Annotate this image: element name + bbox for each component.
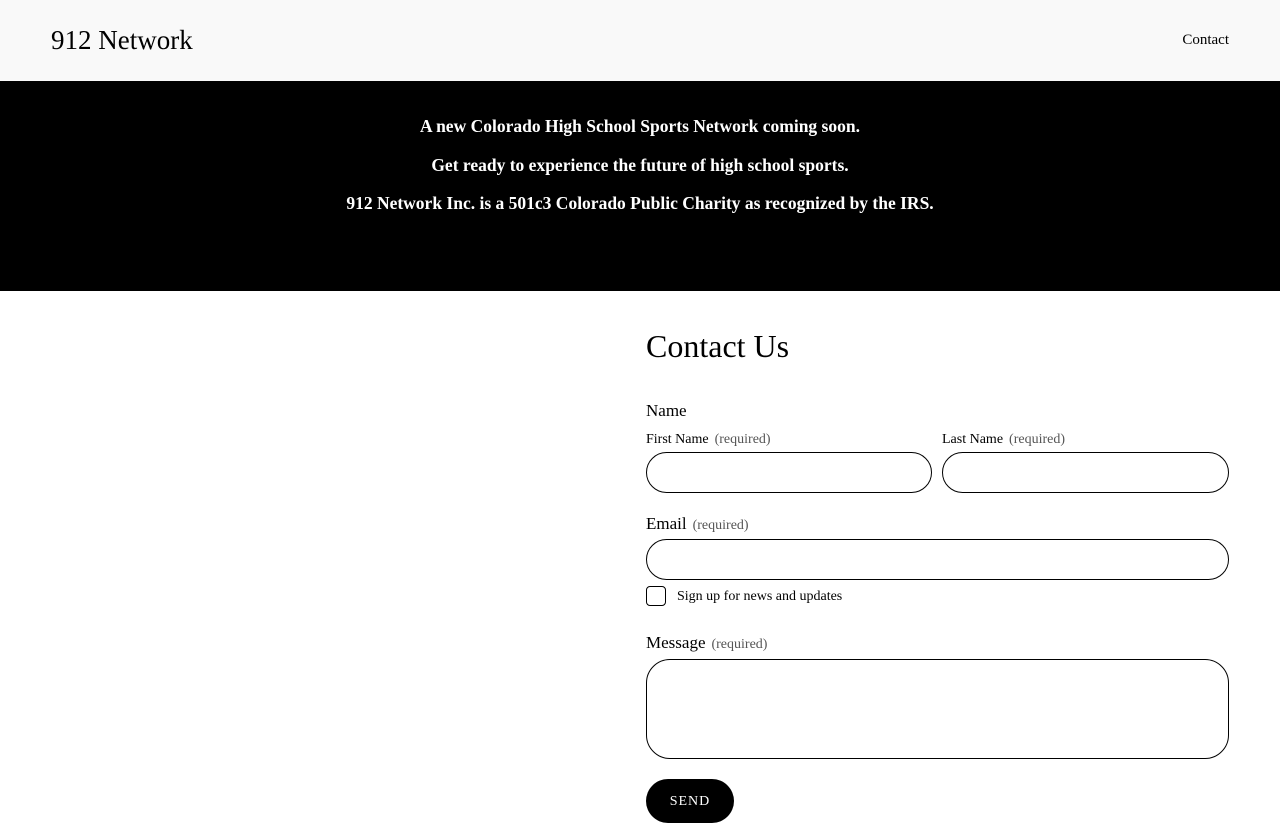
email-input[interactable] — [646, 539, 1229, 580]
message-label-text: Message — [646, 633, 706, 652]
last-name-input[interactable] — [942, 452, 1229, 493]
newsletter-checkbox[interactable] — [646, 586, 666, 606]
banner-line-1: A new Colorado High School Sports Networ… — [420, 116, 860, 136]
email-required: (required) — [692, 518, 749, 533]
send-button[interactable]: SEND — [646, 779, 734, 823]
name-group-label: Name — [646, 401, 687, 420]
announcement-banner: A new Colorado High School Sports Networ… — [0, 81, 1280, 291]
first-name-label-text: First Name — [646, 432, 709, 447]
banner-line-2: Get ready to experience the future of hi… — [431, 155, 849, 175]
banner-line-3: 912 Network Inc. is a 501c3 Colorado Pub… — [346, 193, 934, 213]
last-name-label: Last Name (required) — [942, 431, 1065, 448]
email-label: Email (required) — [646, 514, 749, 536]
nav-link-contact[interactable]: Contact — [1182, 31, 1229, 49]
site-title-link[interactable]: 912 Network — [51, 23, 193, 57]
first-name-input[interactable] — [646, 452, 932, 493]
last-name-label-text: Last Name — [942, 432, 1004, 447]
first-name-required: (required) — [714, 432, 771, 447]
message-textarea[interactable] — [646, 659, 1229, 759]
last-name-required: (required) — [1009, 432, 1065, 447]
first-name-label: First Name (required) — [646, 431, 771, 448]
email-label-text: Email — [646, 514, 687, 533]
site-header: 912 Network Contact — [0, 0, 1280, 81]
message-required: (required) — [711, 637, 768, 652]
message-label: Message (required) — [646, 633, 767, 655]
newsletter-checkbox-label[interactable]: Sign up for news and updates — [677, 588, 842, 605]
contact-form-title: Contact Us — [646, 328, 790, 364]
